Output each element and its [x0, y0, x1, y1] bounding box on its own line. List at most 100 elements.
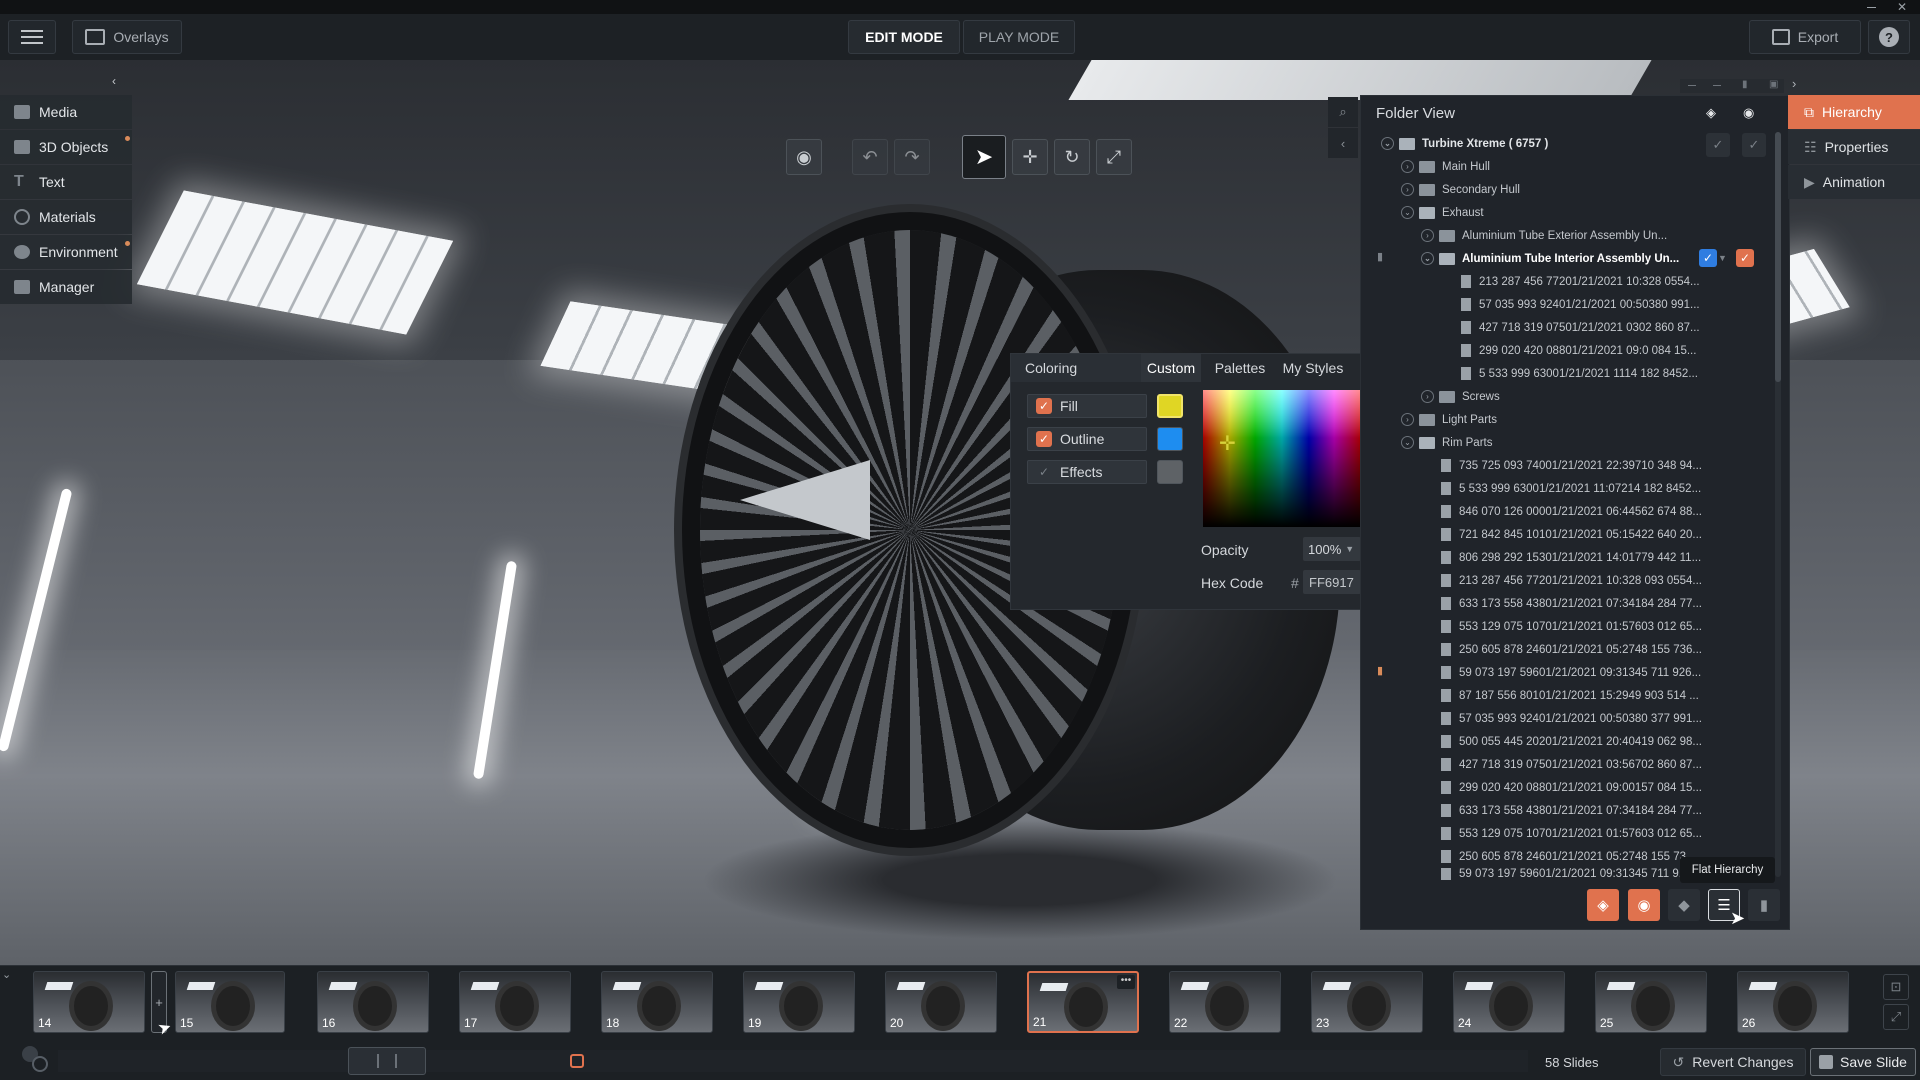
hamburger-menu-button[interactable] — [8, 20, 56, 54]
collapse-icon[interactable]: ⌄ — [1381, 137, 1394, 150]
scrollbar[interactable] — [1775, 132, 1781, 877]
slide-thumbnail[interactable]: 19 — [743, 971, 855, 1033]
left-menu-3d-objects[interactable]: 3D Objects — [0, 130, 132, 164]
slide-thumbnail[interactable]: 23 — [1311, 971, 1423, 1033]
revert-changes-button[interactable]: ↺ Revert Changes — [1660, 1048, 1806, 1076]
outline-color-swatch[interactable] — [1157, 427, 1183, 451]
tree-item[interactable]: 213 287 456 77201/21/2021 10:328 0554... — [1461, 270, 1701, 293]
collapse-panel-icon[interactable]: ‹ — [1328, 128, 1358, 158]
color-picker-gradient[interactable]: ✛ — [1203, 390, 1361, 527]
tree-item[interactable]: 500 055 445 20201/21/2021 20:40419 062 9… — [1441, 730, 1703, 753]
fill-toggle[interactable]: ✓ Fill — [1027, 394, 1147, 418]
tree-item[interactable]: › Screws — [1421, 385, 1701, 408]
collapse-timeline-icon[interactable]: ⌄ — [2, 968, 11, 981]
tree-item[interactable]: 633 173 558 43801/21/2021 07:34184 284 7… — [1441, 592, 1703, 615]
scrubber-track[interactable] — [58, 1047, 1528, 1075]
tree-item[interactable]: 846 070 126 00001/21/2021 06:44562 674 8… — [1441, 500, 1703, 523]
expand-icon[interactable]: › — [1421, 390, 1434, 403]
opacity-select[interactable]: 100% ▼ — [1303, 537, 1361, 561]
restore-icon[interactable] — [1713, 85, 1721, 86]
tree-item[interactable]: 213 287 456 77201/21/2021 10:328 093 055… — [1441, 569, 1703, 592]
edit-mode-button[interactable]: EDIT MODE — [848, 20, 960, 54]
more-options-icon[interactable]: ••• — [1117, 975, 1135, 989]
chevron-down-icon[interactable]: ▼ — [1718, 249, 1730, 267]
visibility-button[interactable]: ◉ — [1628, 889, 1660, 921]
select-tool[interactable]: ➤ — [962, 135, 1006, 179]
tree-item[interactable]: 427 718 319 07501/21/2021 0302 860 87... — [1461, 316, 1701, 339]
scrubber-handle[interactable] — [348, 1047, 426, 1075]
check-icon[interactable]: ✓ — [1036, 464, 1052, 480]
tree-item[interactable]: 299 020 420 08801/21/2021 09:0 084 15... — [1461, 339, 1701, 362]
left-menu-media[interactable]: Media — [0, 95, 132, 129]
tab-palettes[interactable]: Palettes — [1207, 354, 1273, 382]
overlays-button[interactable]: Overlays — [72, 20, 182, 54]
tree-item-selected[interactable]: ⌄ Aluminium Tube Interior Assembly Un... — [1421, 247, 1691, 270]
keyframe-marker[interactable] — [570, 1054, 584, 1068]
undo-tool[interactable]: ↶ — [852, 139, 888, 175]
tree-item[interactable]: 250 605 878 24601/21/2021 05:2748 155 73… — [1441, 638, 1703, 661]
slide-thumbnail[interactable]: 17 — [459, 971, 571, 1033]
eye-icon[interactable]: ◉ — [1743, 105, 1763, 121]
paint-bucket-icon[interactable]: ◈ — [1706, 105, 1726, 121]
tree-item[interactable]: 721 842 845 10101/21/2021 05:15422 640 2… — [1441, 523, 1703, 546]
tree-item[interactable]: 5 533 999 63001/21/2021 11:07214 182 845… — [1441, 477, 1703, 500]
visibility-checkbox[interactable]: ✓ — [1699, 249, 1717, 267]
tab-custom[interactable]: Custom — [1141, 354, 1201, 382]
fullscreen-icon[interactable]: ⤢ — [1883, 1004, 1909, 1030]
left-menu-text[interactable]: T Text — [0, 165, 132, 199]
tree-item[interactable]: 250 605 878 24601/21/2021 05:2748 155 73… — [1441, 845, 1703, 868]
effects-toggle[interactable]: ✓ Effects — [1027, 460, 1147, 484]
tree-item[interactable]: 87 187 556 80101/21/2021 15:2949 903 514… — [1441, 684, 1703, 707]
panel-window-controls[interactable]: ▮ ▣ — [1680, 79, 1784, 93]
collapse-icon[interactable]: ⌄ — [1401, 206, 1414, 219]
fit-view-icon[interactable]: ⊡ — [1883, 974, 1909, 1000]
tree-item[interactable]: 553 129 075 10701/21/2021 01:57603 012 6… — [1441, 822, 1703, 845]
tag-button[interactable]: ◆ — [1668, 889, 1700, 921]
export-button[interactable]: Export — [1749, 20, 1861, 54]
tree-item[interactable]: 299 020 420 08801/21/2021 09:00157 084 1… — [1441, 776, 1703, 799]
slide-thumbnail[interactable]: 22 — [1169, 971, 1281, 1033]
search-icon[interactable]: ⌕ — [1328, 97, 1358, 127]
tab-my-styles[interactable]: My Styles — [1275, 354, 1351, 382]
tree-item[interactable]: 806 298 292 15301/21/2021 14:01779 442 1… — [1441, 546, 1703, 569]
slide-thumbnail[interactable]: 25 — [1595, 971, 1707, 1033]
tab-hierarchy[interactable]: ⧉ Hierarchy — [1788, 95, 1920, 129]
slide-thumbnail[interactable]: 24 — [1453, 971, 1565, 1033]
left-menu-environment[interactable]: Environment — [0, 235, 132, 269]
expand-icon[interactable]: › — [1401, 413, 1414, 426]
tab-animation[interactable]: ▶ Animation — [1788, 165, 1920, 199]
paint-button[interactable]: ◈ — [1587, 889, 1619, 921]
left-menu-materials[interactable]: Materials — [0, 200, 132, 234]
expand-icon[interactable]: › — [1401, 183, 1414, 196]
outline-toggle[interactable]: ✓ Outline — [1027, 427, 1147, 451]
tree-item[interactable]: 59 073 197 59601/21/2021 09:31345 711 92… — [1441, 661, 1703, 684]
check-all-icon[interactable]: ✓ — [1706, 133, 1730, 157]
tree-item[interactable]: 553 129 075 10701/21/2021 01:57603 012 6… — [1441, 615, 1703, 638]
left-menu-manager[interactable]: Manager — [0, 270, 132, 304]
tree-root[interactable]: ⌄ Turbine Xtreme ( 6757 ) — [1381, 132, 1701, 155]
tree-item[interactable]: › Main Hull — [1401, 155, 1701, 178]
collapse-icon[interactable]: ⌄ — [1401, 436, 1414, 449]
expand-right-icon[interactable]: › — [1792, 76, 1796, 91]
picker-crosshair-icon[interactable]: ✛ — [1219, 434, 1236, 454]
pin-icon[interactable]: ▮ — [1742, 79, 1748, 90]
slide-thumbnail[interactable]: 26 — [1737, 971, 1849, 1033]
tree-item[interactable]: 59 073 197 59601/21/2021 09:31345 711 9.… — [1441, 868, 1703, 880]
move-tool[interactable]: ✛ — [1012, 139, 1048, 175]
tree-item[interactable]: 427 718 319 07501/21/2021 03:56702 860 8… — [1441, 753, 1703, 776]
save-slide-button[interactable]: Save Slide — [1810, 1048, 1916, 1076]
tree-item[interactable]: 57 035 993 92401/21/2021 00:50380 377 99… — [1441, 707, 1703, 730]
visibility-tool[interactable]: ◉ — [786, 139, 822, 175]
window-controls[interactable]: ✕ — [1860, 0, 1920, 14]
expand-icon[interactable]: › — [1401, 160, 1414, 173]
tree-item[interactable]: › Secondary Hull — [1401, 178, 1701, 201]
color-checkbox[interactable]: ✓ — [1736, 249, 1754, 267]
effects-color-swatch[interactable] — [1157, 460, 1183, 484]
tree-item[interactable]: ⌄ Rim Parts — [1401, 431, 1701, 454]
tree-item[interactable]: 633 173 558 43801/21/2021 07:34184 284 7… — [1441, 799, 1703, 822]
check-all-visible-icon[interactable]: ✓ — [1742, 133, 1766, 157]
minimize-icon[interactable] — [1867, 7, 1876, 8]
slide-thumbnail[interactable]: 16 — [317, 971, 429, 1033]
tree-item[interactable]: ⌄ Exhaust — [1401, 201, 1701, 224]
collapse-icon[interactable]: ⌄ — [1421, 252, 1434, 265]
